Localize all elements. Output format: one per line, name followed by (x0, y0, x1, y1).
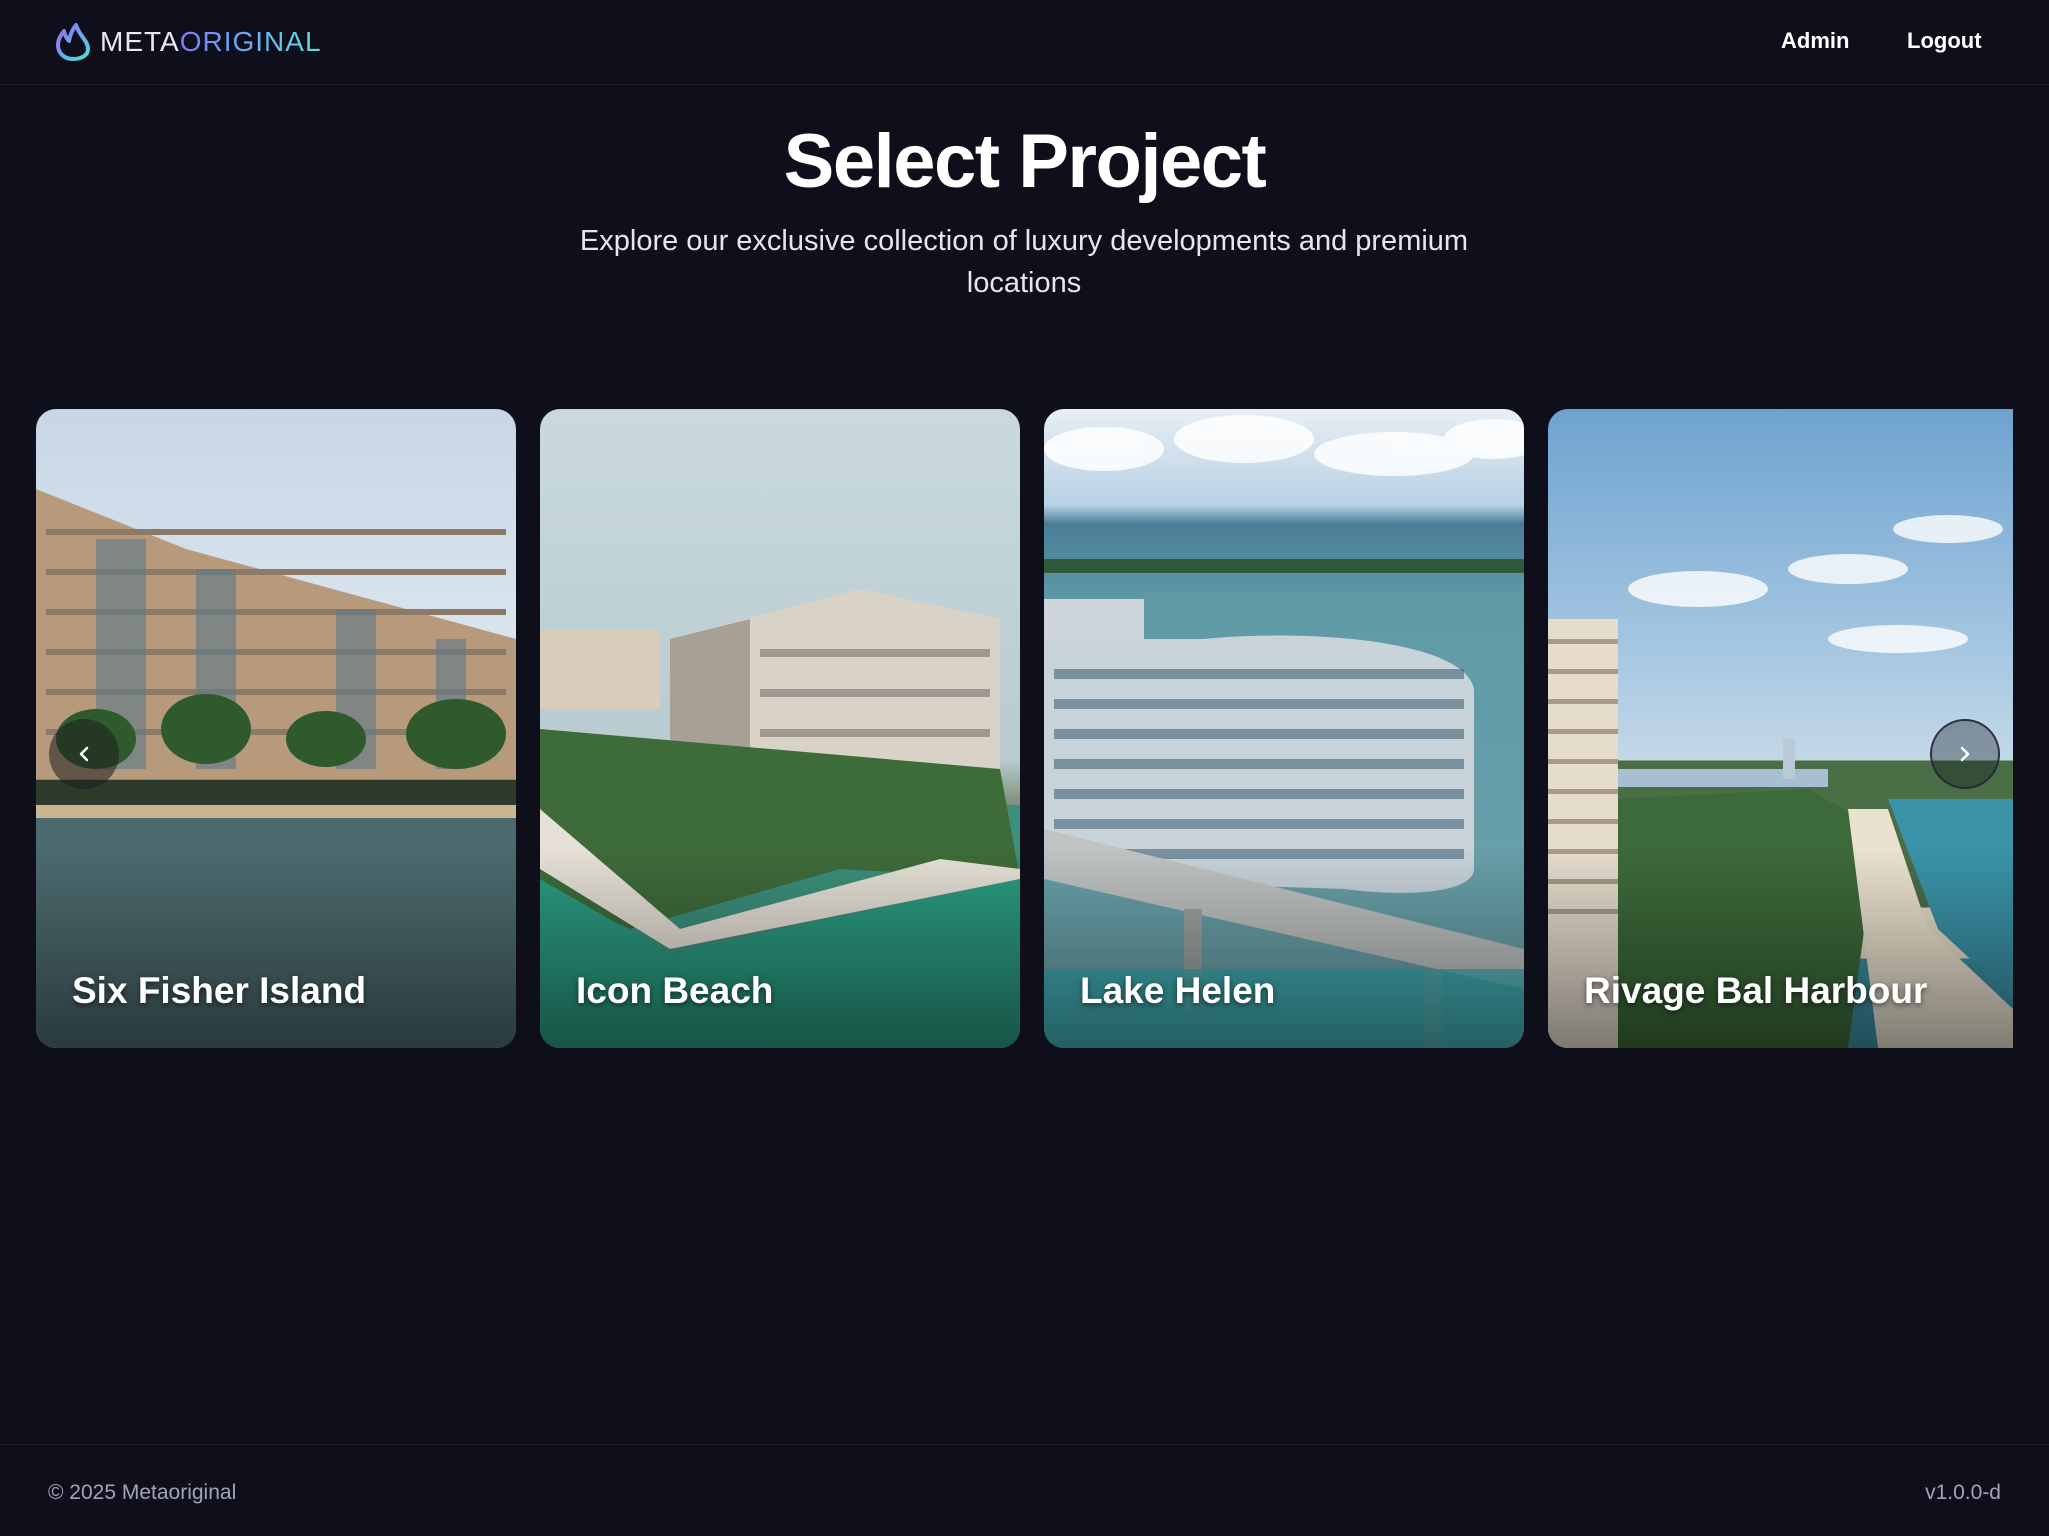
copyright-text: © 2025 Metaoriginal (48, 1481, 237, 1504)
project-card-lake-helen[interactable]: Lake Helen (1044, 409, 1524, 1048)
logo-wordmark: METAORIGINAL (100, 26, 322, 58)
chevron-left-icon (79, 746, 89, 762)
logo-wordmark-accent: ORIGINAL (179, 26, 322, 57)
chevron-right-icon (1960, 746, 1970, 762)
footer: © 2025 Metaoriginal v1.0.0-d (0, 1444, 2049, 1536)
page-subtitle: Explore our exclusive collection of luxu… (579, 225, 1469, 299)
admin-link[interactable]: Admin (1781, 28, 1849, 54)
card-shade (36, 848, 516, 1048)
project-name: Icon Beach (576, 970, 774, 1011)
project-name: Rivage Bal Harbour (1584, 970, 1928, 1011)
project-name: Lake Helen (1080, 970, 1276, 1011)
page-title: Select Project (783, 119, 1267, 204)
logo-mark-icon (56, 23, 90, 61)
card-shade (540, 848, 1020, 1048)
logout-link[interactable]: Logout (1907, 28, 1982, 54)
project-name: Six Fisher Island (72, 970, 367, 1011)
card-shade (1548, 848, 2013, 1048)
project-card-icon-beach[interactable]: Icon Beach (540, 409, 1020, 1048)
page: METAORIGINAL Admin Logout Select Project… (0, 0, 2049, 1536)
brand-logo[interactable]: METAORIGINAL (52, 20, 322, 64)
logo-wordmark-primary: META (100, 26, 180, 57)
carousel-prev-button[interactable] (49, 719, 119, 789)
top-bar: METAORIGINAL Admin Logout (0, 0, 2049, 85)
project-carousel: Six Fisher Island Icon Beach Lake Helen … (36, 409, 2013, 1049)
card-shade (1044, 848, 1524, 1048)
version-text: v1.0.0-d (1925, 1481, 2001, 1504)
carousel-next-button[interactable] (1930, 719, 2000, 789)
